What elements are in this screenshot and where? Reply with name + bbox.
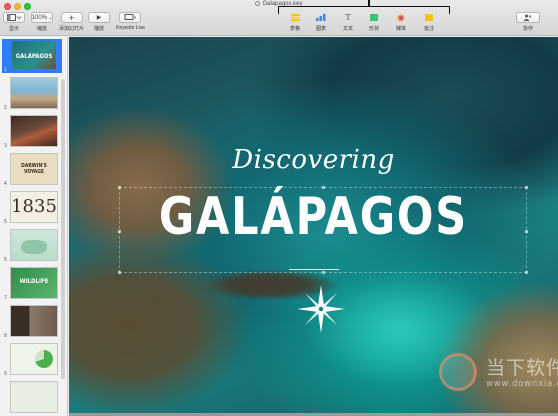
slide-thumbnail-6[interactable]: 6 — [2, 229, 62, 263]
slide-thumbnail-image: GALÁPAGOS — [10, 39, 58, 71]
keynote-live-icon — [124, 14, 136, 20]
slide-thumbnail-image: WILDLIFE — [10, 267, 58, 299]
slide-thumbnail-2[interactable]: 2 — [2, 77, 62, 111]
slide-navigator: GALÁPAGOS 1 2 3 DARWIN'S VOYAGE 4 1835 5… — [0, 37, 68, 416]
slide-thumbnail-9[interactable]: 9 — [2, 343, 62, 377]
selection-handle[interactable] — [118, 271, 121, 274]
collaborate-tool[interactable]: 协作 — [516, 12, 540, 32]
slide-number: 4 — [4, 181, 7, 187]
collaborate-button[interactable] — [516, 12, 540, 23]
slide-thumbnail-image — [10, 229, 58, 261]
selection-handle[interactable] — [322, 271, 325, 274]
watermark: 当下软件园 www.downxia.com — [431, 349, 558, 409]
slide-number: 2 — [4, 105, 7, 111]
play-label: 播放 — [93, 26, 104, 32]
slide-thumbnail-1[interactable]: GALÁPAGOS 1 — [2, 39, 62, 73]
slide-thumbnail-title: 1835 — [11, 196, 57, 217]
title-divider — [289, 269, 339, 270]
watermark-url: www.downxia.com — [486, 379, 558, 389]
slide-thumbnail-image: DARWIN'S VOYAGE — [10, 153, 58, 185]
slide-number: 8 — [4, 333, 7, 339]
chart-icon — [316, 14, 326, 21]
slide-thumbnail-8[interactable]: 8 — [2, 305, 62, 339]
selection-handle[interactable] — [525, 271, 528, 274]
shape-icon — [370, 14, 378, 21]
watermark-logo-icon — [439, 353, 477, 391]
comment-tool[interactable]: 批注 — [419, 12, 439, 32]
table-tool[interactable]: 表格 — [285, 12, 305, 32]
watermark-text: 当下软件园 — [486, 357, 558, 379]
plus-icon: + — [68, 12, 75, 23]
slide-thumbnail-image — [10, 77, 58, 109]
slide-thumbnail-title: DARWIN'S VOYAGE — [21, 163, 47, 175]
slide-thumbnail-5[interactable]: 1835 5 — [2, 191, 62, 225]
chevron-down-icon: ⌄ — [48, 14, 53, 21]
thumbnail-pie-shape — [35, 350, 53, 368]
slide-number: 1 — [4, 67, 7, 73]
text-label: 文本 — [342, 26, 353, 32]
table-label: 表格 — [289, 26, 300, 32]
view-label: 显示 — [8, 26, 19, 32]
chart-label: 图表 — [315, 26, 326, 32]
keynote-live-tool[interactable]: Keynote Live — [116, 12, 145, 31]
slide-number: 5 — [4, 219, 7, 225]
current-slide[interactable]: Discovering GALÁPAGOS 当下软件园 — [69, 37, 558, 413]
table-icon — [290, 14, 300, 21]
add-slide-button[interactable]: + — [60, 12, 83, 23]
slide-thumbnail-4[interactable]: DARWIN'S VOYAGE 4 — [2, 153, 62, 187]
play-button[interactable]: ▶ — [88, 12, 110, 23]
slide-number: 9 — [4, 371, 7, 377]
slide-number: 6 — [4, 257, 7, 263]
chart-tool[interactable]: 图表 — [311, 12, 331, 32]
slide-thumbnail-7[interactable]: WILDLIFE 7 — [2, 267, 62, 301]
zoom-select[interactable]: 100% ⌄ — [31, 12, 53, 23]
slide-thumbnail-3[interactable]: 3 — [2, 115, 62, 149]
comment-icon — [425, 14, 433, 21]
slide-number: 7 — [4, 295, 7, 301]
shape-tool[interactable]: 形状 — [364, 12, 384, 32]
slide-thumbnail-image: 1835 — [10, 191, 58, 223]
media-icon — [397, 13, 405, 22]
text-icon: T — [345, 13, 351, 22]
text-tool[interactable]: T 文本 — [338, 12, 358, 32]
play-tool[interactable]: ▶ 播放 — [88, 12, 110, 32]
view-button[interactable] — [3, 12, 25, 23]
slide-title[interactable]: GALÁPAGOS — [89, 187, 539, 247]
slide-canvas[interactable]: Discovering GALÁPAGOS 当下软件园 — [69, 37, 558, 416]
annotation-bracket — [278, 6, 450, 14]
slide-thumbnail-image — [10, 305, 58, 337]
comment-label: 批注 — [423, 26, 434, 32]
zoom-label: 缩放 — [36, 26, 47, 32]
add-slide-tool[interactable]: + 添加幻灯片 — [59, 12, 84, 32]
sidebar-view-icon — [7, 14, 21, 21]
slide-thumbnail-image — [10, 381, 58, 413]
keynote-live-button[interactable] — [119, 12, 142, 23]
shape-label: 形状 — [368, 26, 379, 32]
collaborate-icon — [523, 14, 532, 21]
media-label: 媒体 — [395, 26, 406, 32]
slide-thumbnail-10[interactable] — [2, 381, 62, 415]
keynote-live-label: Keynote Live — [116, 25, 145, 31]
slide-subtitle[interactable]: Discovering — [69, 145, 558, 175]
compass-star-icon — [297, 285, 345, 333]
collaborate-label: 协作 — [522, 26, 533, 32]
view-tool[interactable]: 显示 — [3, 12, 25, 32]
slide-number: 3 — [4, 143, 7, 149]
slide-thumbnail-image — [10, 115, 58, 147]
play-icon: ▶ — [96, 15, 102, 21]
media-tool[interactable]: 媒体 — [391, 12, 411, 32]
zoom-tool[interactable]: 100% ⌄ 缩放 — [31, 12, 53, 32]
slide-thumbnail-title: GALÁPAGOS — [15, 53, 53, 60]
document-icon — [255, 1, 261, 6]
slide-thumbnail-title: WILDLIFE — [19, 278, 49, 285]
thumbnail-map-shape — [21, 240, 47, 254]
zoom-value: 100% — [31, 14, 48, 21]
slide-thumbnail-image — [10, 343, 58, 375]
add-slide-label: 添加幻灯片 — [59, 26, 85, 32]
